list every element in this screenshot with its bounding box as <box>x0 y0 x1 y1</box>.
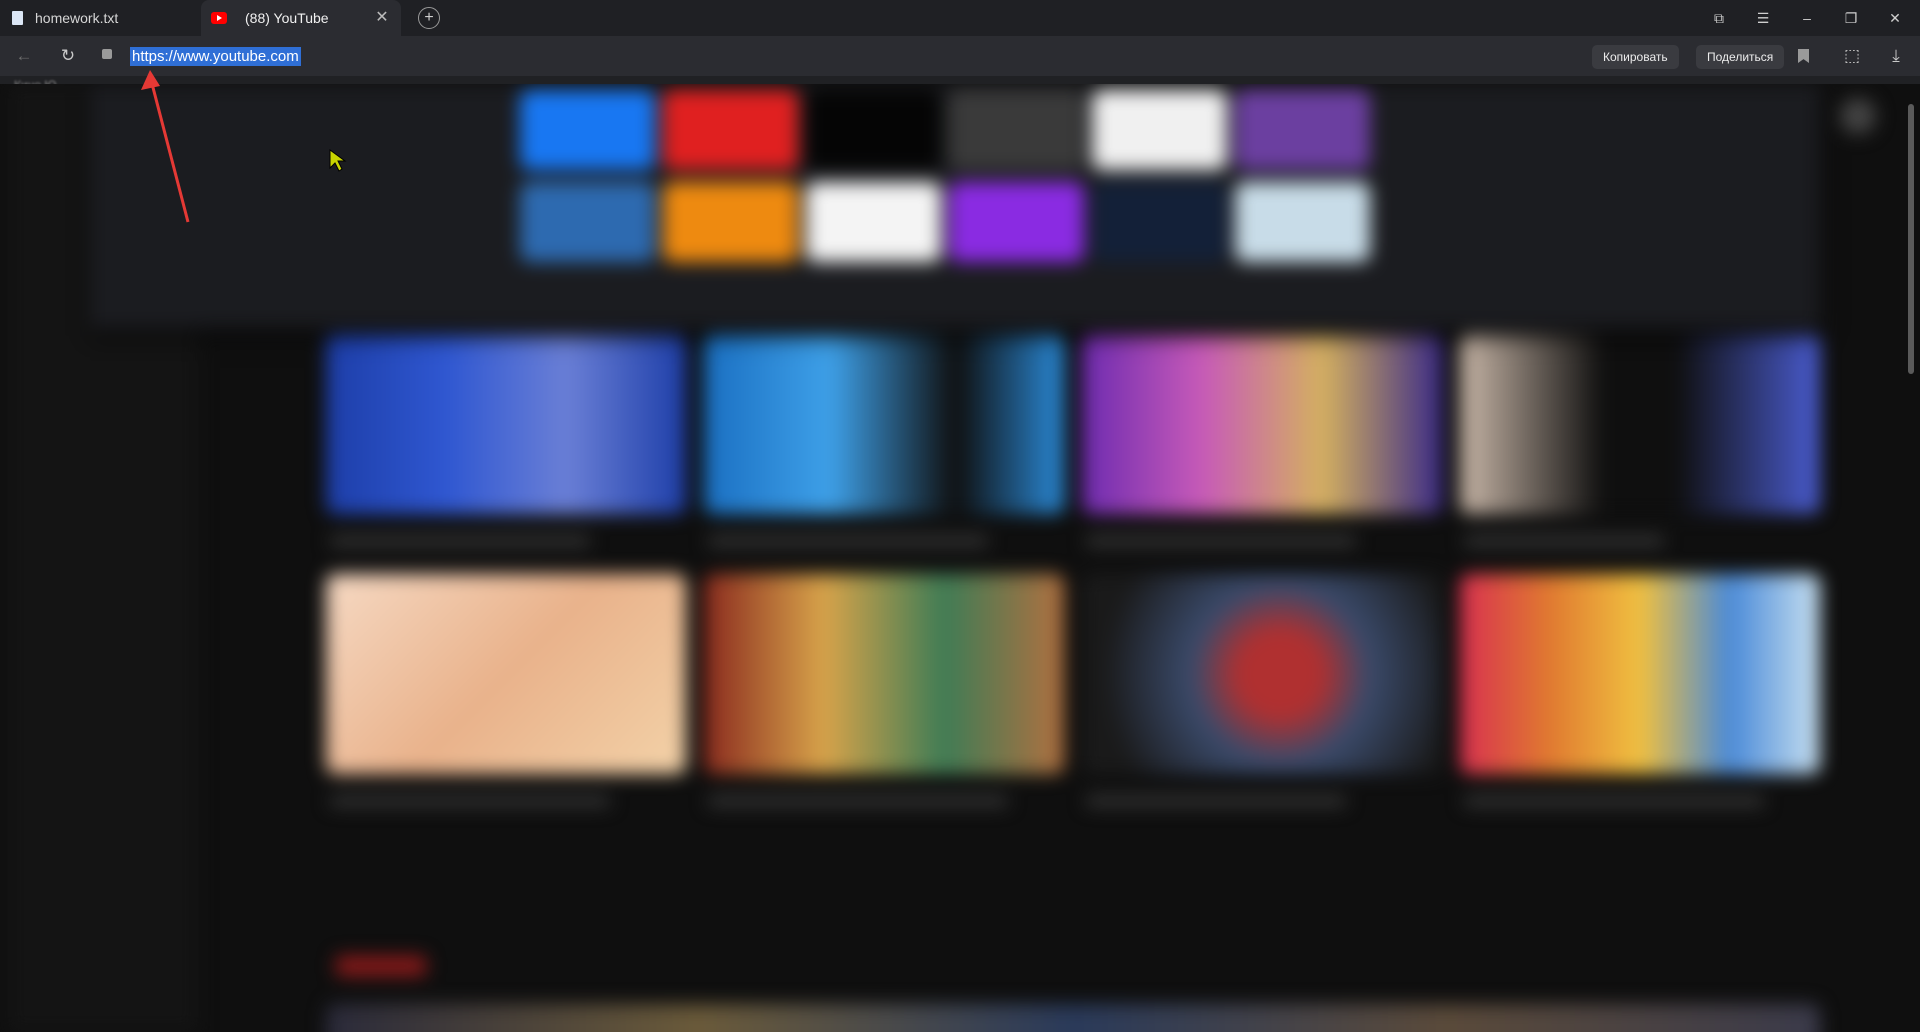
menu-icon[interactable]: ☰ <box>1752 8 1774 28</box>
video-thumbnail[interactable] <box>326 334 686 514</box>
close-tab-icon[interactable]: ✕ <box>373 9 391 27</box>
document-icon <box>12 11 23 25</box>
video-thumbnail[interactable] <box>1460 574 1820 774</box>
tab-youtube[interactable]: (88) YouTube ✕ <box>201 0 401 36</box>
blurred-youtube-page <box>0 84 1920 1032</box>
tab-title: (88) YouTube <box>245 10 329 26</box>
video-thumbnail[interactable] <box>704 334 1064 514</box>
back-icon[interactable]: ← <box>14 46 34 66</box>
navigation-bar: ← ↻ https://www.youtube.com Копировать П… <box>0 36 1920 76</box>
scrollbar[interactable] <box>1908 104 1914 374</box>
minimize-icon[interactable]: – <box>1796 8 1818 28</box>
reload-icon[interactable]: ↻ <box>58 46 78 66</box>
lock-icon <box>102 49 112 59</box>
youtube-icon <box>211 12 227 24</box>
close-window-icon[interactable]: ✕ <box>1884 8 1906 28</box>
tab-strip: homework.txt (88) YouTube ✕ + ⧉ ☰ – ❐ ✕ <box>0 0 1920 36</box>
restore-icon[interactable]: ❐ <box>1840 8 1862 28</box>
tab-homework[interactable]: homework.txt <box>0 0 200 36</box>
download-icon[interactable]: ⤓ <box>1886 46 1906 66</box>
collections-icon[interactable]: ⧉ <box>1708 8 1730 28</box>
address-bar[interactable]: https://www.youtube.com Копировать Подел… <box>92 39 1822 73</box>
avatar[interactable] <box>1840 98 1876 134</box>
new-tab-button[interactable]: + <box>418 7 440 29</box>
url-text[interactable]: https://www.youtube.com <box>130 47 301 66</box>
share-button[interactable]: Поделиться <box>1696 45 1785 69</box>
tab-title: homework.txt <box>35 10 119 26</box>
address-suggestions-panel <box>90 84 1820 328</box>
video-thumbnail[interactable] <box>1082 334 1442 514</box>
video-thumbnail[interactable] <box>326 574 686 774</box>
video-thumbnail[interactable] <box>704 574 1064 774</box>
copy-button[interactable]: Копировать <box>1592 45 1679 69</box>
video-thumbnail[interactable] <box>1082 574 1442 774</box>
extensions-icon[interactable]: ⬚ <box>1842 46 1862 66</box>
video-thumbnail[interactable] <box>1460 334 1820 514</box>
page-content <box>0 84 1920 1032</box>
bookmark-icon[interactable] <box>1798 49 1809 63</box>
